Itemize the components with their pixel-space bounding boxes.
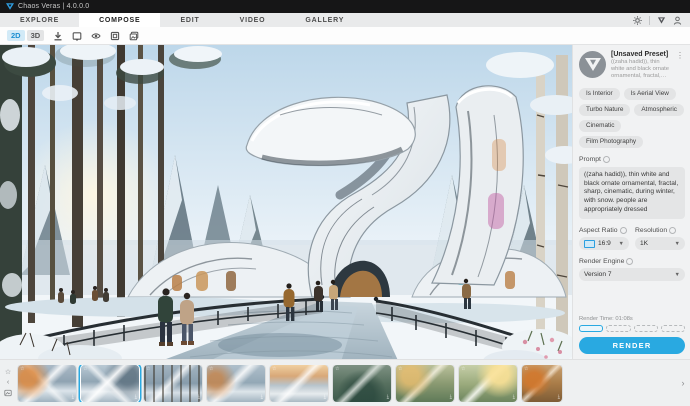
star-icon[interactable]: ☆ <box>146 367 150 372</box>
download-icon[interactable]: ⤓ <box>72 395 74 400</box>
chevron-left-icon[interactable]: ‹ <box>7 379 9 386</box>
gallery-view-icon[interactable] <box>4 389 12 397</box>
star-icon[interactable]: ☆ <box>461 367 465 372</box>
mode-2d-button[interactable]: 2D <box>7 30 25 41</box>
visibility-eye-icon[interactable] <box>91 31 101 41</box>
tab-compose[interactable]: COMPOSE <box>79 13 160 27</box>
thumbnail[interactable]: ☆⤓ <box>207 365 265 402</box>
settings-gear-icon[interactable] <box>633 16 642 25</box>
app-logo-icon <box>6 3 14 10</box>
preset-menu-kebab-icon[interactable]: ⋮ <box>675 51 685 81</box>
star-icon[interactable]: ☆ <box>524 367 528 372</box>
render-progress <box>579 325 685 332</box>
progress-segment <box>579 325 603 332</box>
prompt-input[interactable]: ((zaha hadid)), thin white and black orn… <box>579 167 685 219</box>
preset-logo <box>579 51 606 78</box>
download-icon[interactable]: ⤓ <box>558 395 560 400</box>
download-icon[interactable]: ⤓ <box>198 395 200 400</box>
tab-bar: EXPLORE COMPOSE EDIT VIDEO GALLERY <box>0 13 690 27</box>
divider <box>649 16 650 25</box>
thumbnail[interactable]: ☆⤓ <box>270 365 328 402</box>
download-icon[interactable] <box>53 31 63 41</box>
preset-description: ((zaha hadid)), thin white and black orn… <box>611 59 670 81</box>
star-icon[interactable]: ☆ <box>20 367 24 372</box>
tag-turbo-nature[interactable]: Turbo Nature <box>579 104 630 116</box>
aspect-ratio-select[interactable]: 16:9 ▼ <box>579 237 629 250</box>
resolution-label: Resolution <box>635 227 685 234</box>
render-button[interactable]: RENDER <box>579 337 685 354</box>
render-engine-label: Render Engine <box>579 258 685 265</box>
chevron-right-icon[interactable]: › <box>676 378 690 388</box>
star-icon[interactable]: ☆ <box>335 367 339 372</box>
star-icon[interactable]: ☆ <box>209 367 213 372</box>
panel-grid-icon[interactable] <box>110 31 120 41</box>
thumbnail-strip: ☆ ‹ ☆⤓☆⤓☆⤓☆⤓☆⤓☆⤓☆⤓☆⤓☆⤓ › <box>0 359 690 406</box>
favorite-star-icon[interactable]: ☆ <box>5 369 11 376</box>
info-icon <box>603 156 610 163</box>
thumbnail[interactable]: ☆⤓ <box>522 365 562 402</box>
mode-3d-button[interactable]: 3D <box>27 30 45 41</box>
render-viewport[interactable] <box>0 45 572 365</box>
chevron-down-icon: ▼ <box>675 272 680 278</box>
progress-segment <box>606 325 630 332</box>
download-icon[interactable]: ⤓ <box>324 395 326 400</box>
download-icon[interactable]: ⤓ <box>513 395 515 400</box>
star-icon[interactable]: ☆ <box>398 367 402 372</box>
titlebar: Chaos Veras | 4.0.0.0 <box>0 0 690 13</box>
preset-name: [Unsaved Preset] <box>611 51 670 58</box>
save-frame-icon[interactable] <box>72 31 82 41</box>
download-icon[interactable]: ⤓ <box>261 395 263 400</box>
star-icon[interactable]: ☆ <box>83 367 87 372</box>
thumbnail[interactable]: ☆⤓ <box>18 365 76 402</box>
tab-gallery[interactable]: GALLERY <box>285 13 364 27</box>
toolbar: 2D 3D <box>0 27 690 45</box>
tag-is-aerial-view[interactable]: Is Aerial View <box>624 88 676 100</box>
compose-panel: [Unsaved Preset] ((zaha hadid)), thin wh… <box>572 45 690 359</box>
tab-explore[interactable]: EXPLORE <box>0 13 79 27</box>
thumbnail[interactable]: ☆⤓ <box>396 365 454 402</box>
info-icon <box>669 227 676 234</box>
chevron-down-icon: ▼ <box>675 241 680 247</box>
thumbnail[interactable]: ☆⤓ <box>144 365 202 402</box>
thumbnail[interactable]: ☆⤓ <box>81 365 139 402</box>
tag-cinematic[interactable]: Cinematic <box>579 120 621 132</box>
thumbnail-list: ☆⤓☆⤓☆⤓☆⤓☆⤓☆⤓☆⤓☆⤓☆⤓ <box>16 365 676 402</box>
download-icon[interactable]: ⤓ <box>450 395 452 400</box>
aspect-ratio-label: Aspect Ratio <box>579 227 629 234</box>
tab-video[interactable]: VIDEO <box>220 13 286 27</box>
app-window: Chaos Veras | 4.0.0.0 EXPLORE COMPOSE ED… <box>0 0 690 406</box>
render-engine-select[interactable]: Version 7 ▼ <box>579 268 685 281</box>
info-icon <box>620 227 627 234</box>
progress-segment <box>661 325 685 332</box>
info-icon <box>626 258 633 265</box>
download-icon[interactable]: ⤓ <box>387 395 389 400</box>
tag-is-interior[interactable]: Is Interior <box>579 88 620 100</box>
tab-edit[interactable]: EDIT <box>160 13 219 27</box>
progress-segment <box>634 325 658 332</box>
render-time-text: Render Time: 01:08s <box>579 316 685 322</box>
account-icon[interactable] <box>673 16 682 25</box>
window-title: Chaos Veras | 4.0.0.0 <box>18 3 89 10</box>
thumbnail[interactable]: ☆⤓ <box>333 365 391 402</box>
thumbnail[interactable]: ☆⤓ <box>459 365 517 402</box>
gallery-images-icon[interactable] <box>129 31 139 41</box>
star-icon[interactable]: ☆ <box>272 367 276 372</box>
preset-tags: Is Interior Is Aerial View Turbo Nature … <box>579 88 685 148</box>
tag-atmospheric[interactable]: Atmospheric <box>634 104 684 116</box>
tag-film-photography[interactable]: Film Photography <box>579 136 643 148</box>
veras-logo-icon[interactable] <box>657 16 666 25</box>
prompt-label: Prompt <box>579 156 685 163</box>
resolution-select[interactable]: 1K ▼ <box>635 237 685 250</box>
download-icon[interactable]: ⤓ <box>135 395 137 400</box>
chevron-down-icon: ▼ <box>619 241 624 247</box>
aspect-ratio-icon <box>584 240 595 248</box>
